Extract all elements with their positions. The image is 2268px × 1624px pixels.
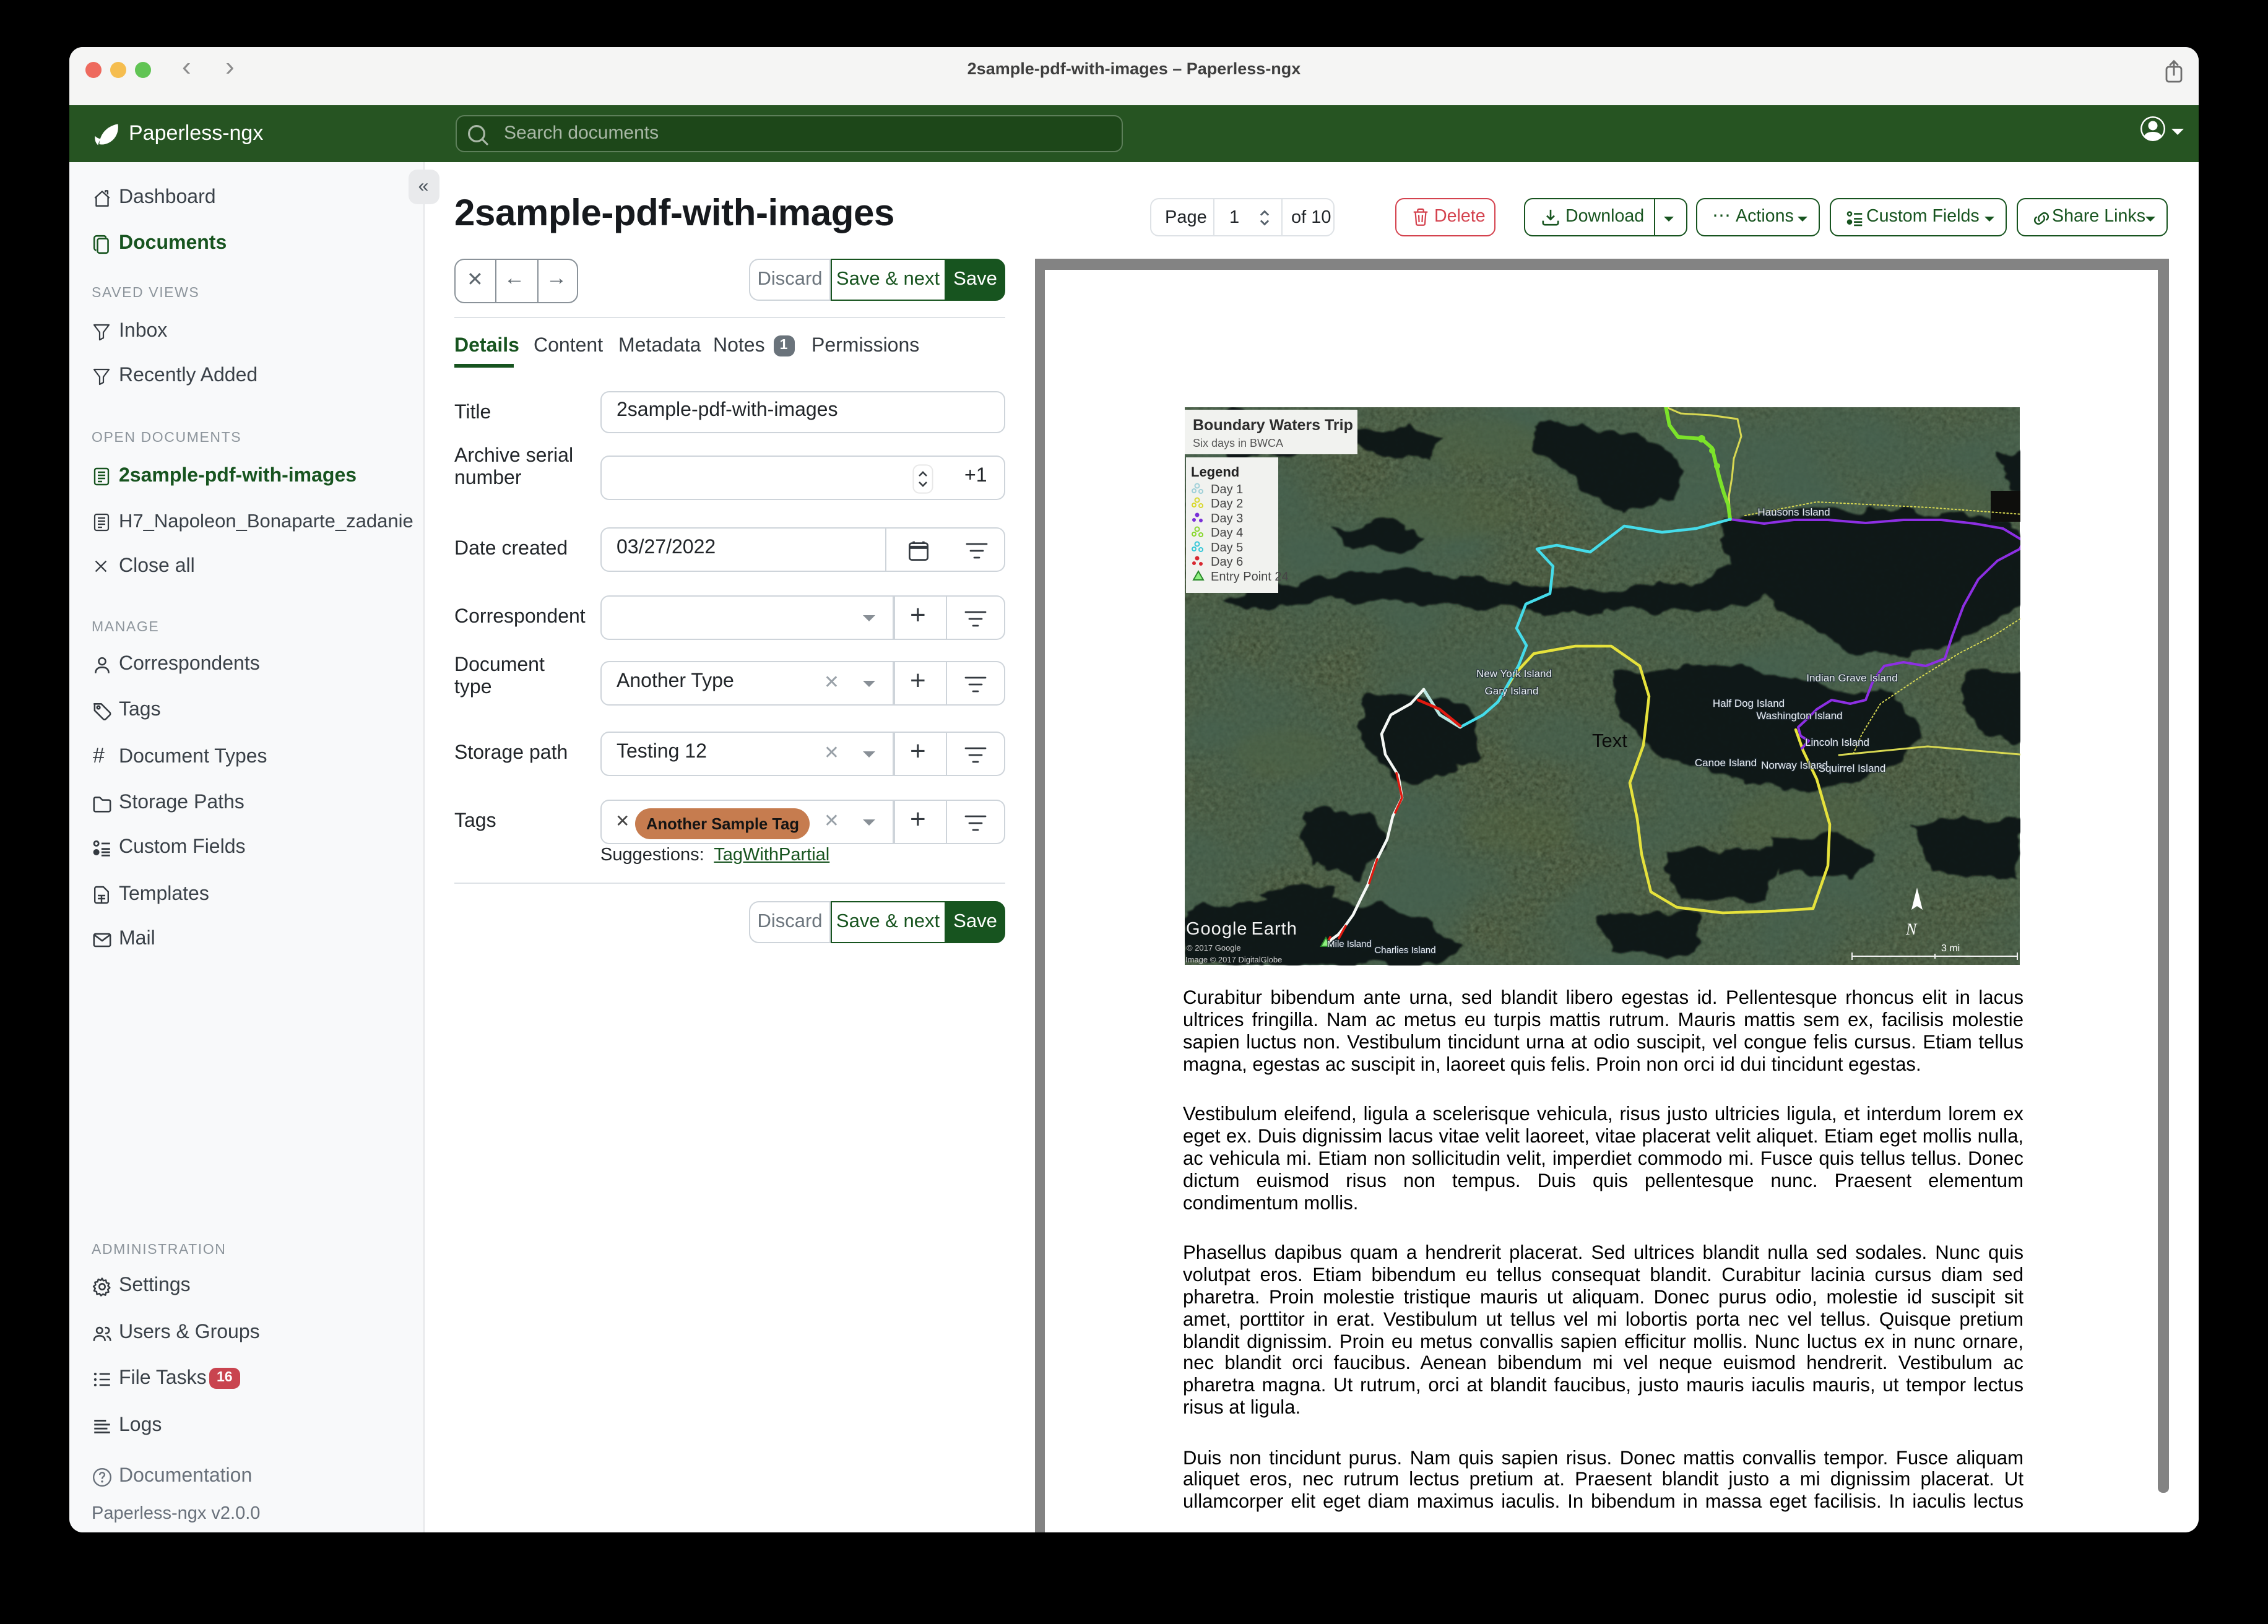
svg-text:Charlies Island: Charlies Island [1374, 945, 1435, 956]
svg-text:Legend: Legend [1191, 464, 1239, 480]
svg-text:Image © 2017 DigitalGlobe: Image © 2017 DigitalGlobe [1185, 955, 1282, 964]
svg-text:Text: Text [1592, 730, 1627, 751]
svg-text:Half Dog Island: Half Dog Island [1713, 698, 1785, 709]
svg-text:Day 6: Day 6 [1211, 555, 1243, 569]
svg-text:Day 2: Day 2 [1211, 497, 1243, 511]
svg-text:Entry Point 24: Entry Point 24 [1211, 570, 1289, 584]
svg-text:Hausons Island: Hausons Island [1757, 506, 1830, 518]
svg-text:Six days in BWCA: Six days in BWCA [1193, 437, 1283, 449]
svg-text:© 2017 Google: © 2017 Google [1187, 943, 1241, 952]
svg-text:Day 1: Day 1 [1211, 483, 1243, 496]
svg-text:Lincoln Island: Lincoln Island [1805, 736, 1869, 748]
svg-text:Washington Island: Washington Island [1756, 710, 1842, 722]
svg-text:Canoe Island: Canoe Island [1695, 757, 1757, 769]
svg-text:GoogleEarth: Google Earth [1186, 919, 1297, 939]
svg-text:Mile Island: Mile Island [1327, 939, 1372, 949]
svg-text:Day 5: Day 5 [1211, 541, 1243, 555]
svg-text:Boundary Waters Trip: Boundary Waters Trip [1193, 417, 1353, 434]
svg-text:Day 4: Day 4 [1211, 526, 1243, 540]
svg-text:Indian Grave Island: Indian Grave Island [1806, 672, 1897, 684]
svg-text:New York Island: New York Island [1476, 668, 1552, 680]
svg-text:Squirrel Island: Squirrel Island [1819, 762, 1886, 774]
svg-text:N: N [1905, 920, 1918, 938]
svg-text:Day 3: Day 3 [1211, 512, 1243, 525]
svg-text:Gary Island: Gary Island [1485, 685, 1539, 697]
svg-text:3 mi: 3 mi [1941, 943, 1960, 954]
